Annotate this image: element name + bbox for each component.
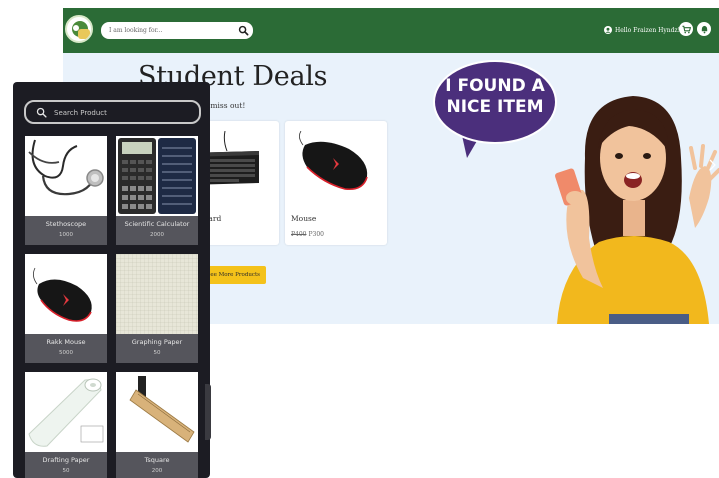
bubble-line-1: I FOUND A [445,76,545,96]
mobile-search-bar [24,100,201,124]
search-icon[interactable] [238,25,249,36]
product-card-rakk-mouse[interactable]: Rakk Mouse 5000 [25,254,107,363]
stethoscope-image [25,136,107,216]
mobile-search-input[interactable] [54,104,194,121]
graph-paper-image [116,254,198,334]
product-price: 50 [153,350,161,356]
cart-button[interactable] [679,22,693,36]
product-name: Tsquare [144,456,170,464]
user-icon [604,26,612,34]
calculator-image [116,136,198,216]
product-card-drafting-paper[interactable]: Drafting Paper 50 [25,372,107,478]
product-price: 1000 [59,232,73,238]
notifications-button[interactable] [697,22,711,36]
product-name: Rakk Mouse [46,338,86,346]
mobile-scrollbar[interactable] [205,384,211,440]
product-card-scientific-calculator[interactable]: Scientific Calculator 2000 [116,136,198,245]
price-value: P300 [308,231,325,238]
product-card-graphing-paper[interactable]: Graphing Paper 50 [116,254,198,363]
product-name: Mouse [291,214,317,223]
product-card-mouse[interactable]: Mouse P400 P300 [285,121,387,245]
t-square-ruler-image [116,372,198,452]
product-card-stethoscope[interactable]: Stethoscope 1000 [25,136,107,245]
product-price: 2000 [150,232,164,238]
cart-icon [681,25,691,33]
site-search-input[interactable] [101,22,235,39]
product-name: Drafting Paper [42,456,90,464]
mobile-app-window: Stethoscope 1000 Scienti [13,82,210,478]
store-logo[interactable] [65,15,93,43]
gaming-mouse-image [25,254,107,334]
gaming-mouse-image [299,131,368,191]
chevron-right-icon[interactable] [707,158,717,172]
hero-banner-image: I FOUND A NICE ITEM [433,60,719,324]
product-name: Graphing Paper [131,338,183,346]
user-greeting[interactable]: Hello Fraizen Hyndz! [604,24,680,36]
bell-icon [701,25,707,33]
product-name: Scientific Calculator [124,220,190,228]
product-card-tsquare[interactable]: Tsquare 200 [116,372,198,478]
drafting-paper-roll-image [25,372,107,452]
product-price: 50 [62,468,70,474]
greeting-text: Hello Fraizen Hyndz! [615,26,681,34]
old-price: P400 [291,231,307,238]
bubble-line-2: NICE ITEM [446,97,543,117]
site-header: Hello Fraizen Hyndz! [63,8,719,53]
product-price: 200 [151,468,163,474]
product-name: Stethoscope [45,220,87,228]
product-price: 5000 [59,350,73,356]
product-price: P400 P300 [291,231,324,238]
site-search-bar [101,22,253,39]
search-icon[interactable] [36,107,47,118]
